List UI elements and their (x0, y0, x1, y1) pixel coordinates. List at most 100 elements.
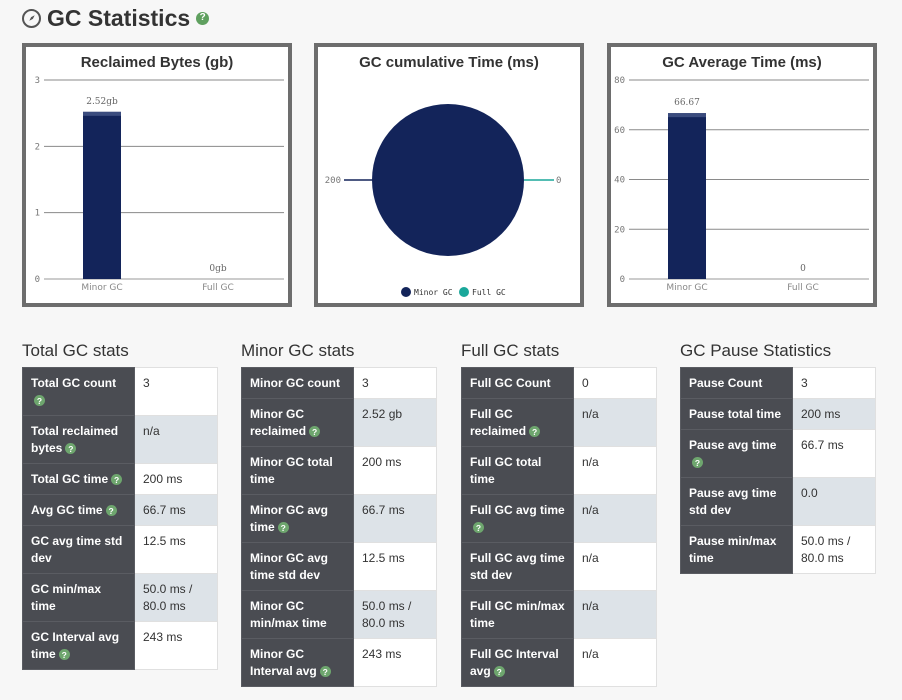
help-icon[interactable]: ? (34, 395, 45, 407)
stat-value: 12.5 ms (134, 525, 218, 574)
stat-value: 50.0 ms / 80.0 ms (353, 590, 437, 639)
section-title: Full GC stats (461, 341, 560, 360)
y-tick-label: 3 (35, 76, 40, 86)
y-tick-label: 0 (620, 275, 625, 285)
stat-key: Total GC time? (22, 463, 135, 495)
stat-key: Total GC count? (22, 367, 135, 416)
stat-key: Pause total time (680, 398, 793, 430)
stat-key-label: Full GC reclaimed (470, 407, 527, 438)
page-title: GC Statistics (47, 4, 191, 31)
stat-key: Full GC avg time std dev (461, 542, 574, 591)
stat-value: n/a (573, 398, 657, 447)
stat-value: n/a (573, 590, 657, 639)
table-row: Total GC count? 3 (22, 367, 218, 416)
stat-key: GC avg time std dev (22, 525, 135, 574)
table-row: Minor GC reclaimed? 2.52 gb (241, 398, 437, 447)
help-icon[interactable]: ? (65, 443, 77, 455)
stat-key-label: Total GC count (31, 376, 117, 390)
y-tick-label: 60 (614, 126, 625, 136)
help-icon[interactable]: ? (319, 666, 331, 678)
section-title: GC Pause Statistics (680, 341, 832, 360)
y-tick-label: 20 (614, 225, 625, 235)
x-tick-label: Full GC (202, 283, 234, 293)
table-row: Total GC time? 200 ms (22, 463, 218, 495)
legend-marker-minor-gc[interactable] (401, 287, 411, 297)
stat-value: 12.5 ms (353, 542, 437, 591)
stat-key: Total reclaimed bytes? (22, 415, 135, 464)
stat-key: Full GC avg time? (461, 494, 574, 543)
bar[interactable] (668, 113, 706, 279)
table-row: Minor GC avg time? 66.7 ms (241, 494, 437, 543)
stat-key: GC min/max time (22, 573, 135, 622)
table-row: Minor GC total time 200 ms (241, 446, 437, 495)
pie-slice-label: 200 (325, 176, 341, 186)
stat-key-label: Minor GC count (250, 376, 340, 390)
help-icon[interactable]: ? (277, 522, 289, 534)
stat-key: Pause Count (680, 367, 793, 399)
y-tick-label: 80 (614, 76, 625, 86)
legend-marker-full-gc[interactable] (459, 287, 469, 297)
stat-value: 66.7 ms (792, 429, 876, 478)
stat-key-label: GC avg time std dev (31, 534, 123, 565)
help-icon[interactable]: ? (692, 457, 703, 469)
table-row: Minor GC avg time std dev 12.5 ms (241, 542, 437, 591)
stat-key: Minor GC count (241, 367, 354, 399)
stat-value: n/a (573, 542, 657, 591)
stat-key: Avg GC time? (22, 494, 135, 526)
cumulative-time-chart: GC cumulative Time (ms) 200 0 Minor GC F… (314, 43, 584, 307)
data-label: 0gb (209, 264, 226, 274)
stat-value: n/a (134, 415, 218, 464)
help-icon[interactable]: ? (111, 474, 123, 486)
stat-key: Minor GC total time (241, 446, 354, 495)
stat-key-label: Minor GC min/max time (250, 599, 327, 630)
help-icon[interactable]: ? (473, 522, 484, 534)
table-row: Minor GC min/max time 50.0 ms / 80.0 ms (241, 590, 437, 639)
help-icon[interactable]: ? (529, 426, 541, 438)
stat-key: Minor GC Interval avg? (241, 638, 354, 687)
stat-key-label: Pause total time (689, 407, 782, 421)
table-row: Pause avg time? 66.7 ms (680, 429, 876, 478)
stats-table: Pause Count 3 Pause total time 200 ms Pause … (680, 367, 876, 574)
total-gc-stats: Total GC stats Total GC count? 3 Total rec… (22, 340, 218, 670)
stat-key-label: Pause avg time std dev (689, 486, 777, 517)
table-row: Full GC Count 0 (461, 367, 657, 399)
table-row: Full GC total time n/a (461, 446, 657, 495)
stat-value: 200 ms (134, 463, 218, 495)
pie-slice-minor-gc[interactable] (372, 104, 524, 256)
bar-highlight (668, 113, 706, 118)
stat-key: Full GC min/max time (461, 590, 574, 639)
stat-key-label: Minor GC total time (250, 455, 333, 486)
section-title: Minor GC stats (241, 341, 355, 360)
chart-title: GC cumulative Time (ms) (359, 54, 539, 71)
stat-key: Full GC reclaimed? (461, 398, 574, 447)
stat-key-label: Full GC Interval avg (470, 647, 559, 678)
chart-title: GC Average Time (ms) (662, 54, 822, 71)
stat-key: Pause avg time std dev (680, 477, 793, 526)
legend-label-minor-gc: Minor GC (414, 288, 453, 297)
stat-key-label: GC Interval avg time (31, 630, 120, 661)
stat-key-label: Minor GC Interval avg (250, 647, 317, 678)
stat-key-label: Avg GC time (31, 503, 103, 517)
data-label: 0 (800, 264, 806, 274)
stat-key: Pause min/max time (680, 525, 793, 574)
stat-key: Full GC total time (461, 446, 574, 495)
table-row: GC Interval avg time? 243 ms (22, 621, 218, 670)
bar[interactable] (83, 111, 121, 279)
stat-key: Minor GC avg time? (241, 494, 354, 543)
y-tick-label: 2 (35, 142, 40, 152)
help-icon[interactable]: ? (493, 666, 505, 678)
table-row: Avg GC time? 66.7 ms (22, 494, 218, 526)
page-header: GC Statistics ? (22, 4, 210, 32)
stat-key-label: Pause Count (689, 376, 763, 390)
stat-key-label: Minor GC avg time (250, 503, 329, 534)
x-tick-label: Full GC (787, 283, 819, 293)
help-icon[interactable]: ? (309, 426, 321, 438)
stat-key: Full GC Count (461, 367, 574, 399)
table-row: GC min/max time 50.0 ms / 80.0 ms (22, 573, 218, 622)
help-icon[interactable]: ? (58, 649, 70, 661)
stat-value: 3 (353, 367, 437, 399)
reclaimed-bytes-chart: Reclaimed Bytes (gb) 0 1 2 3 2.52gb Minor GC… (22, 43, 292, 307)
help-icon[interactable]: ? (105, 505, 117, 517)
help-icon[interactable]: ? (196, 11, 210, 25)
table-row: GC avg time std dev 12.5 ms (22, 525, 218, 574)
